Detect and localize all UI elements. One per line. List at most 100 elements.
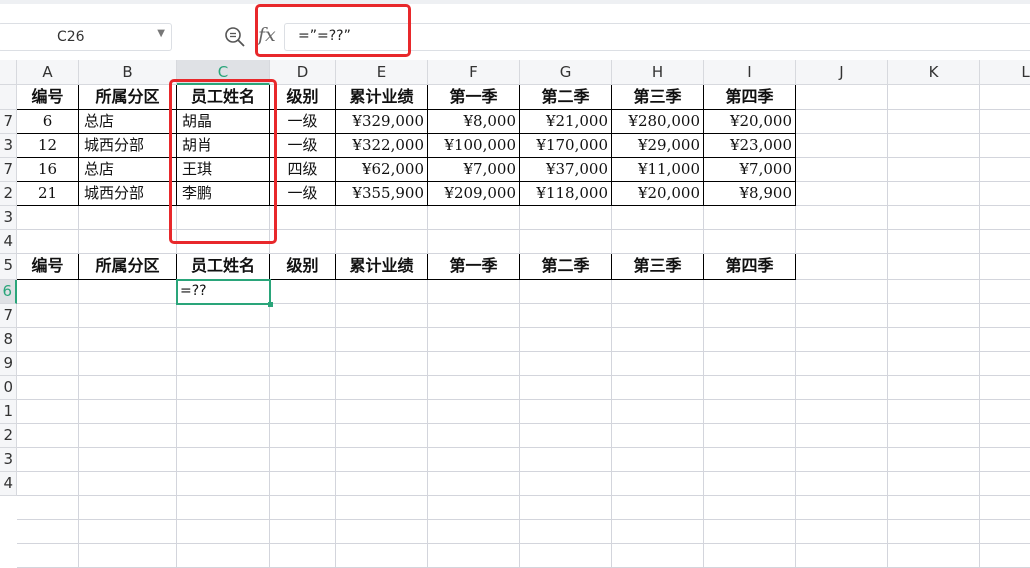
empty-cell[interactable] (612, 328, 704, 352)
header-cell[interactable]: 级别 (270, 254, 336, 280)
data-cell[interactable]: 一级 (270, 110, 336, 134)
empty-cell[interactable] (520, 520, 612, 544)
empty-cell[interactable] (270, 520, 336, 544)
empty-cell[interactable] (270, 448, 336, 472)
empty-cell[interactable] (17, 520, 79, 544)
empty-cell[interactable] (520, 424, 612, 448)
data-cell[interactable]: ¥100,000 (428, 134, 520, 158)
data-cell[interactable]: ¥20,000 (612, 182, 704, 206)
empty-cell[interactable] (888, 254, 980, 280)
empty-cell[interactable] (336, 472, 428, 496)
empty-cell[interactable] (79, 376, 177, 400)
empty-cell[interactable] (336, 206, 428, 230)
header-cell[interactable]: 第三季 (612, 254, 704, 280)
empty-cell[interactable] (177, 376, 270, 400)
empty-cell[interactable] (980, 448, 1030, 472)
data-cell[interactable]: 12 (17, 134, 79, 158)
empty-cell[interactable] (79, 400, 177, 424)
empty-cell[interactable] (177, 304, 270, 328)
column-header-B[interactable]: B (79, 60, 177, 85)
empty-cell[interactable] (704, 230, 796, 254)
empty-cell[interactable] (520, 376, 612, 400)
empty-cell[interactable] (428, 400, 520, 424)
row-header[interactable]: 6 (0, 280, 17, 304)
empty-cell[interactable] (177, 472, 270, 496)
data-cell[interactable]: ¥329,000 (336, 110, 428, 134)
empty-cell[interactable] (796, 448, 888, 472)
empty-cell[interactable] (888, 424, 980, 448)
empty-cell[interactable] (270, 400, 336, 424)
empty-cell[interactable] (980, 544, 1030, 568)
empty-cell[interactable] (796, 134, 888, 158)
empty-cell[interactable] (520, 448, 612, 472)
empty-cell[interactable] (270, 544, 336, 568)
empty-cell[interactable] (888, 352, 980, 376)
column-header-A[interactable]: A (17, 60, 79, 85)
empty-cell[interactable] (17, 328, 79, 352)
empty-cell[interactable] (336, 230, 428, 254)
empty-cell[interactable] (980, 110, 1030, 134)
empty-cell[interactable] (888, 230, 980, 254)
empty-cell[interactable] (888, 110, 980, 134)
empty-cell[interactable] (704, 206, 796, 230)
empty-cell[interactable] (336, 280, 428, 304)
data-cell[interactable]: 城西分部 (79, 182, 177, 206)
empty-cell[interactable] (796, 85, 888, 110)
empty-cell[interactable] (888, 472, 980, 496)
empty-cell[interactable] (704, 544, 796, 568)
empty-cell[interactable] (17, 448, 79, 472)
fill-handle[interactable] (268, 302, 273, 307)
empty-cell[interactable] (17, 304, 79, 328)
header-cell[interactable]: 第二季 (520, 85, 612, 110)
header-cell[interactable]: 累计业绩 (336, 254, 428, 280)
empty-cell[interactable] (980, 400, 1030, 424)
empty-cell[interactable] (270, 230, 336, 254)
empty-cell[interactable] (428, 544, 520, 568)
empty-cell[interactable] (177, 424, 270, 448)
empty-cell[interactable] (704, 496, 796, 520)
row-header[interactable]: 5 (0, 254, 17, 280)
empty-cell[interactable] (980, 230, 1030, 254)
empty-cell[interactable] (270, 496, 336, 520)
empty-cell[interactable] (79, 544, 177, 568)
empty-cell[interactable] (520, 206, 612, 230)
empty-cell[interactable] (177, 230, 270, 254)
empty-cell[interactable] (270, 472, 336, 496)
empty-cell[interactable] (612, 304, 704, 328)
empty-cell[interactable] (520, 400, 612, 424)
row-header[interactable]: 1 (0, 400, 17, 424)
header-cell[interactable]: 第四季 (704, 254, 796, 280)
empty-cell[interactable] (980, 182, 1030, 206)
empty-cell[interactable] (612, 230, 704, 254)
empty-cell[interactable] (612, 520, 704, 544)
data-cell[interactable]: 21 (17, 182, 79, 206)
data-cell[interactable]: ¥21,000 (520, 110, 612, 134)
empty-cell[interactable] (796, 496, 888, 520)
empty-cell[interactable] (177, 206, 270, 230)
empty-cell[interactable] (336, 304, 428, 328)
empty-cell[interactable] (980, 424, 1030, 448)
empty-cell[interactable] (612, 400, 704, 424)
empty-cell[interactable] (612, 544, 704, 568)
empty-cell[interactable] (17, 376, 79, 400)
empty-cell[interactable] (612, 206, 704, 230)
empty-cell[interactable] (428, 496, 520, 520)
empty-cell[interactable] (796, 304, 888, 328)
empty-cell[interactable] (704, 304, 796, 328)
empty-cell[interactable] (336, 448, 428, 472)
empty-cell[interactable] (17, 496, 79, 520)
empty-cell[interactable] (888, 85, 980, 110)
data-cell[interactable]: ¥11,000 (612, 158, 704, 182)
data-cell[interactable]: ¥355,900 (336, 182, 428, 206)
empty-cell[interactable] (79, 472, 177, 496)
data-cell[interactable]: ¥7,000 (704, 158, 796, 182)
data-cell[interactable]: 总店 (79, 110, 177, 134)
empty-cell[interactable] (704, 448, 796, 472)
row-header[interactable]: 7 (0, 158, 17, 182)
empty-cell[interactable] (428, 352, 520, 376)
data-cell[interactable]: ¥209,000 (428, 182, 520, 206)
empty-cell[interactable] (79, 352, 177, 376)
empty-cell[interactable] (270, 304, 336, 328)
column-header-H[interactable]: H (612, 60, 704, 85)
data-cell[interactable]: 王琪 (177, 158, 270, 182)
